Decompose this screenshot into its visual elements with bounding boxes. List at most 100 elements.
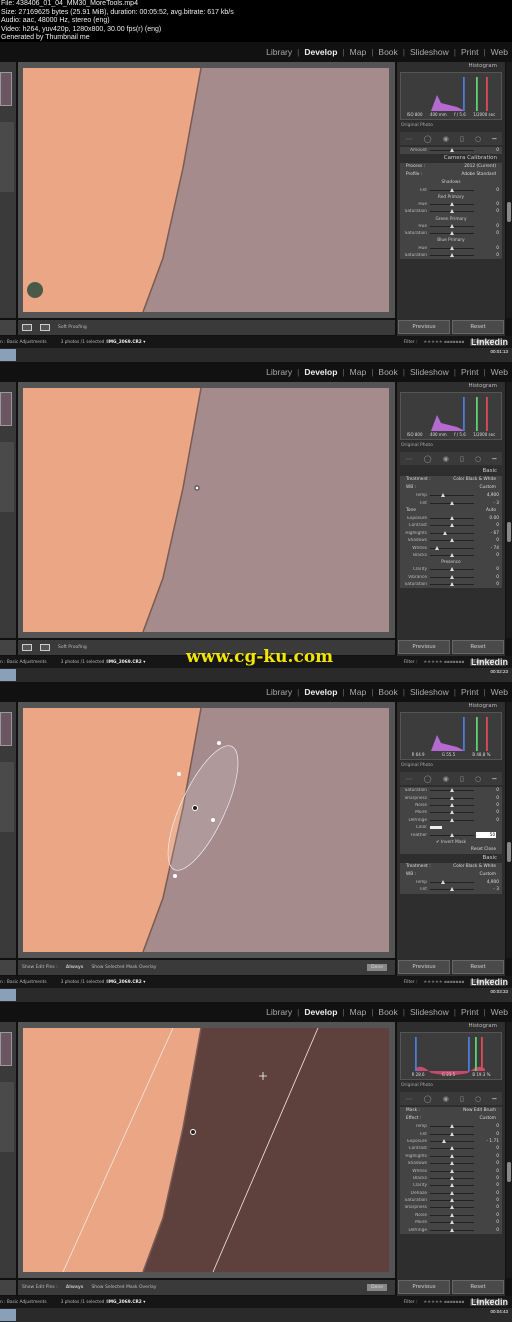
- reset-button[interactable]: Reset: [452, 1280, 504, 1294]
- nav-map[interactable]: Map: [350, 687, 367, 697]
- setting-value[interactable]: Color Black & White: [453, 863, 496, 871]
- reset-button[interactable]: Reset: [452, 960, 504, 974]
- slider-track[interactable]: [430, 1175, 474, 1180]
- radial-filter-icon[interactable]: ○: [475, 1095, 481, 1103]
- soft-proofing-checkbox[interactable]: Soft Proofing: [58, 645, 87, 650]
- reset-button[interactable]: Reset: [452, 320, 504, 334]
- slider-thumb[interactable]: [450, 1198, 454, 1203]
- panel-scrollbar[interactable]: [506, 1022, 512, 1278]
- slider-noise[interactable]: Noise 0: [400, 802, 502, 809]
- setting-row[interactable]: Treatment : Color Black & White: [400, 476, 502, 484]
- slider-exposure[interactable]: Exposure - 1.71: [400, 1138, 502, 1145]
- navigator-preview[interactable]: [0, 1032, 12, 1066]
- photo-canvas[interactable]: [18, 702, 395, 958]
- slider-thumb[interactable]: [450, 187, 454, 192]
- slider-thumb[interactable]: [450, 832, 454, 837]
- histogram-header[interactable]: Histogram: [397, 62, 505, 71]
- slider-track[interactable]: [430, 1161, 474, 1166]
- navigator-preview[interactable]: [0, 392, 12, 426]
- slider-thumb[interactable]: [450, 523, 454, 528]
- slider-track[interactable]: [430, 810, 474, 815]
- slider-temp[interactable]: Temp 4,900: [400, 879, 502, 886]
- slider-shadows[interactable]: Shadows 0: [400, 537, 502, 544]
- nav-library[interactable]: Library: [266, 687, 292, 697]
- slider-track[interactable]: [430, 1212, 474, 1217]
- slider-amount[interactable]: Amount 0: [400, 147, 502, 154]
- nav-web[interactable]: Web: [491, 687, 508, 697]
- nav-print[interactable]: Print: [461, 367, 478, 377]
- slider-thumb[interactable]: [434, 545, 439, 550]
- nav-web[interactable]: Web: [491, 1007, 508, 1017]
- slider-thumb[interactable]: [450, 252, 454, 257]
- adjustment-brush-icon[interactable]: ━: [492, 1095, 496, 1103]
- setting-row[interactable]: Effect : Custom: [400, 1115, 502, 1123]
- slider-track[interactable]: [430, 201, 474, 206]
- nav-book[interactable]: Book: [378, 47, 397, 57]
- nav-web[interactable]: Web: [491, 367, 508, 377]
- nav-library[interactable]: Library: [266, 1007, 292, 1017]
- previous-button[interactable]: Previous: [398, 960, 450, 974]
- slider-thumb[interactable]: [450, 223, 454, 228]
- rating-filter-icon[interactable]: ★★★★★ ▪▪▪▪▪▪▪: [423, 980, 464, 985]
- radial-filter-icon[interactable]: ○: [475, 455, 481, 463]
- adjustment-brush-icon[interactable]: ━: [492, 455, 496, 463]
- photo-canvas[interactable]: [18, 1022, 395, 1278]
- presets-panel[interactable]: [0, 442, 14, 512]
- slider-tint[interactable]: Tint - 3: [400, 886, 502, 893]
- slider-hue[interactable]: Hue 0: [400, 201, 502, 208]
- slider-track[interactable]: [430, 1220, 474, 1225]
- slider-track[interactable]: [430, 1146, 474, 1151]
- setting-row[interactable]: Tone Auto: [400, 507, 502, 515]
- show-mask-overlay-checkbox[interactable]: Show Selected Mask Overlay: [91, 965, 156, 970]
- histogram-header[interactable]: Histogram: [397, 382, 505, 391]
- slider-clarity[interactable]: Clarity 0: [400, 1182, 502, 1189]
- slider-track[interactable]: [430, 515, 474, 520]
- nav-slideshow[interactable]: Slideshow: [410, 687, 449, 697]
- rating-filter-icon[interactable]: ★★★★★ ▪▪▪▪▪▪▪: [423, 340, 464, 345]
- histogram-header[interactable]: Histogram: [397, 702, 505, 711]
- scrollbar-thumb[interactable]: [507, 1162, 511, 1182]
- nav-print[interactable]: Print: [461, 1007, 478, 1017]
- panel-scrollbar[interactable]: [506, 702, 512, 958]
- slider-defringe[interactable]: Defringe 0: [400, 817, 502, 824]
- slider-track[interactable]: [430, 879, 474, 884]
- nav-slideshow[interactable]: Slideshow: [410, 47, 449, 57]
- nav-slideshow[interactable]: Slideshow: [410, 1007, 449, 1017]
- slider-tint[interactable]: Tint - 3: [400, 499, 502, 506]
- feather-row[interactable]: Feather 50: [400, 831, 502, 839]
- slider-thumb[interactable]: [450, 810, 454, 815]
- slider-thumb[interactable]: [450, 567, 454, 572]
- slider-thumb[interactable]: [450, 1168, 454, 1173]
- panel-header-camera-calibration[interactable]: Camera Calibration: [397, 154, 505, 164]
- slider-saturation[interactable]: Saturation 0: [400, 230, 502, 237]
- color-row[interactable]: Color: [400, 824, 502, 831]
- original-photo-checkbox[interactable]: Original Photo: [397, 121, 505, 130]
- navigator-preview[interactable]: [0, 72, 12, 106]
- panel-scrollbar[interactable]: [506, 382, 512, 638]
- graduated-filter-icon[interactable]: ▯: [460, 775, 464, 783]
- slider-defringe[interactable]: Defringe 0: [400, 1226, 502, 1233]
- loupe-view-icon[interactable]: [22, 644, 32, 651]
- setting-value[interactable]: New Edit Brush: [463, 1107, 496, 1115]
- slider-track[interactable]: [430, 252, 474, 257]
- slider-saturation[interactable]: Saturation 0: [400, 1197, 502, 1204]
- left-panel-buttons[interactable]: [0, 1280, 16, 1295]
- slider-thumb[interactable]: [450, 1131, 454, 1136]
- setting-value[interactable]: 2012 (Current): [464, 163, 496, 171]
- before-after-icon[interactable]: [40, 324, 50, 331]
- panel-header-basic[interactable]: Basic: [397, 467, 505, 476]
- previous-button[interactable]: Previous: [398, 1280, 450, 1294]
- nav-map[interactable]: Map: [350, 47, 367, 57]
- nav-map[interactable]: Map: [350, 367, 367, 377]
- slider-track[interactable]: [430, 788, 474, 793]
- slider-thumb[interactable]: [450, 1153, 454, 1158]
- slider-thumb[interactable]: [441, 493, 446, 498]
- done-button[interactable]: Done: [367, 964, 387, 971]
- panel-header-basic[interactable]: Basic: [397, 853, 505, 863]
- photo-canvas[interactable]: [18, 62, 395, 318]
- slider-track[interactable]: [430, 187, 474, 192]
- left-panel-buttons[interactable]: [0, 960, 16, 975]
- nav-map[interactable]: Map: [350, 1007, 367, 1017]
- slider-saturation[interactable]: Saturation 0: [400, 581, 502, 588]
- slider-tint[interactable]: Tint 0: [400, 1130, 502, 1137]
